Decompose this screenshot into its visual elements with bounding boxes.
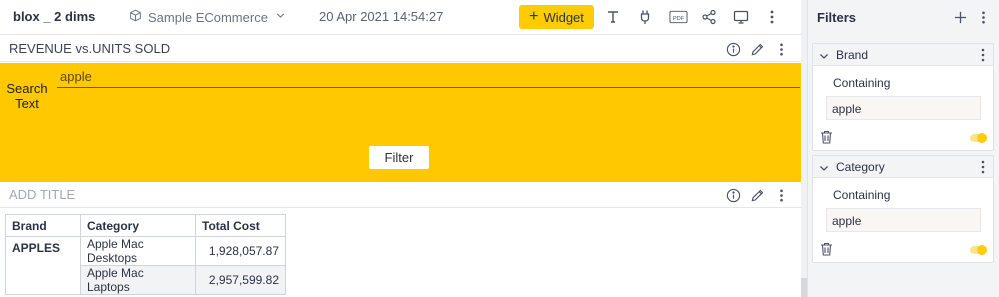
more-vertical-icon[interactable]	[763, 8, 781, 26]
table-row: APPLES Apple Mac Desktops 1,928,057.87	[5, 236, 286, 295]
add-widget-label: Widget	[543, 9, 584, 25]
plugin-icon[interactable]	[636, 8, 654, 26]
dashboard-title[interactable]: blox _ 2 dims	[13, 9, 95, 24]
table-header-row: Brand Category Total Cost	[5, 214, 286, 237]
filters-menu-icon[interactable]	[975, 9, 991, 25]
filter-button[interactable]: Filter	[369, 146, 429, 169]
trash-icon[interactable]	[820, 130, 833, 144]
toggle-knob	[977, 133, 987, 143]
pivot-table: Brand Category Total Cost APPLES Apple M…	[5, 214, 286, 295]
filter-card-brand: Brand Containing apple	[812, 43, 994, 151]
pdf-label: PDF	[672, 16, 684, 22]
filter-value-field[interactable]: apple	[826, 96, 981, 120]
widget-title-placeholder[interactable]: ADD TITLE	[9, 187, 75, 202]
top-toolbar: blox _ 2 dims Sample ECommerce 20 Apr 20…	[0, 0, 801, 35]
datasource-label: Sample ECommerce	[148, 9, 268, 25]
info-icon[interactable]	[725, 187, 741, 203]
search-text-input[interactable]	[57, 65, 800, 88]
category-cell: Apple Mac Desktops	[80, 236, 196, 266]
info-icon[interactable]	[725, 41, 741, 57]
add-filter-plus-icon[interactable]	[952, 9, 968, 25]
chevron-down-icon[interactable]	[818, 49, 830, 61]
filter-mode-label: Containing	[833, 188, 891, 202]
filters-panel: Filters Brand Containing apple Category …	[807, 0, 999, 297]
column-header: Total Cost	[195, 214, 286, 237]
cube-icon	[129, 9, 142, 25]
add-widget-button[interactable]: + Widget	[519, 5, 594, 29]
total-cost-cell: 1,928,057.87	[195, 236, 286, 266]
filter-enabled-toggle[interactable]	[970, 133, 987, 143]
filter-enabled-toggle[interactable]	[970, 245, 987, 255]
widget-menu-icon[interactable]	[773, 187, 789, 203]
search-label-line2: Text	[15, 96, 39, 111]
chevron-down-icon	[274, 9, 287, 25]
present-monitor-icon[interactable]	[732, 8, 750, 26]
widget-header-add-title: ADD TITLE	[0, 182, 801, 208]
filter-card-header[interactable]: Category	[813, 156, 993, 178]
widget-header-revenue: REVENUE vs.UNITS SOLD	[0, 36, 801, 62]
total-cost-cell: 2,957,599.82	[195, 265, 286, 295]
pdf-export-icon[interactable]: PDF	[668, 8, 688, 26]
column-header: Category	[80, 214, 196, 237]
chevron-down-icon[interactable]	[818, 161, 830, 173]
column-header: Brand	[5, 214, 81, 237]
widget-title[interactable]: REVENUE vs.UNITS SOLD	[9, 41, 170, 56]
last-updated-timestamp: 20 Apr 2021 14:54:27	[319, 9, 444, 24]
trash-icon[interactable]	[820, 242, 833, 256]
category-cell: Apple Mac Laptops	[80, 265, 196, 295]
brand-cell: APPLES	[5, 236, 81, 295]
search-text-label: Search Text	[5, 81, 49, 111]
plus-icon: +	[529, 8, 539, 25]
toggle-knob	[977, 245, 987, 255]
filter-card-category: Category Containing apple	[812, 155, 994, 263]
filter-card-menu-icon[interactable]	[976, 47, 990, 63]
filter-card-header[interactable]: Brand	[813, 44, 993, 66]
datasource-selector[interactable]: Sample ECommerce	[129, 9, 287, 25]
filter-mode-label: Containing	[833, 76, 891, 90]
share-icon[interactable]	[700, 8, 718, 26]
widget-menu-icon[interactable]	[773, 41, 789, 57]
edit-pencil-icon[interactable]	[749, 41, 765, 57]
edit-pencil-icon[interactable]	[749, 187, 765, 203]
search-label-line1: Search	[6, 81, 48, 96]
filter-card-menu-icon[interactable]	[976, 159, 990, 175]
filter-card-title: Brand	[836, 48, 869, 62]
text-widget-icon[interactable]	[604, 8, 622, 26]
filters-panel-title: Filters	[817, 10, 857, 25]
dashboard-app: blox _ 2 dims Sample ECommerce 20 Apr 20…	[0, 0, 999, 297]
filter-value-field[interactable]: apple	[826, 208, 981, 232]
filter-card-title: Category	[836, 160, 885, 174]
